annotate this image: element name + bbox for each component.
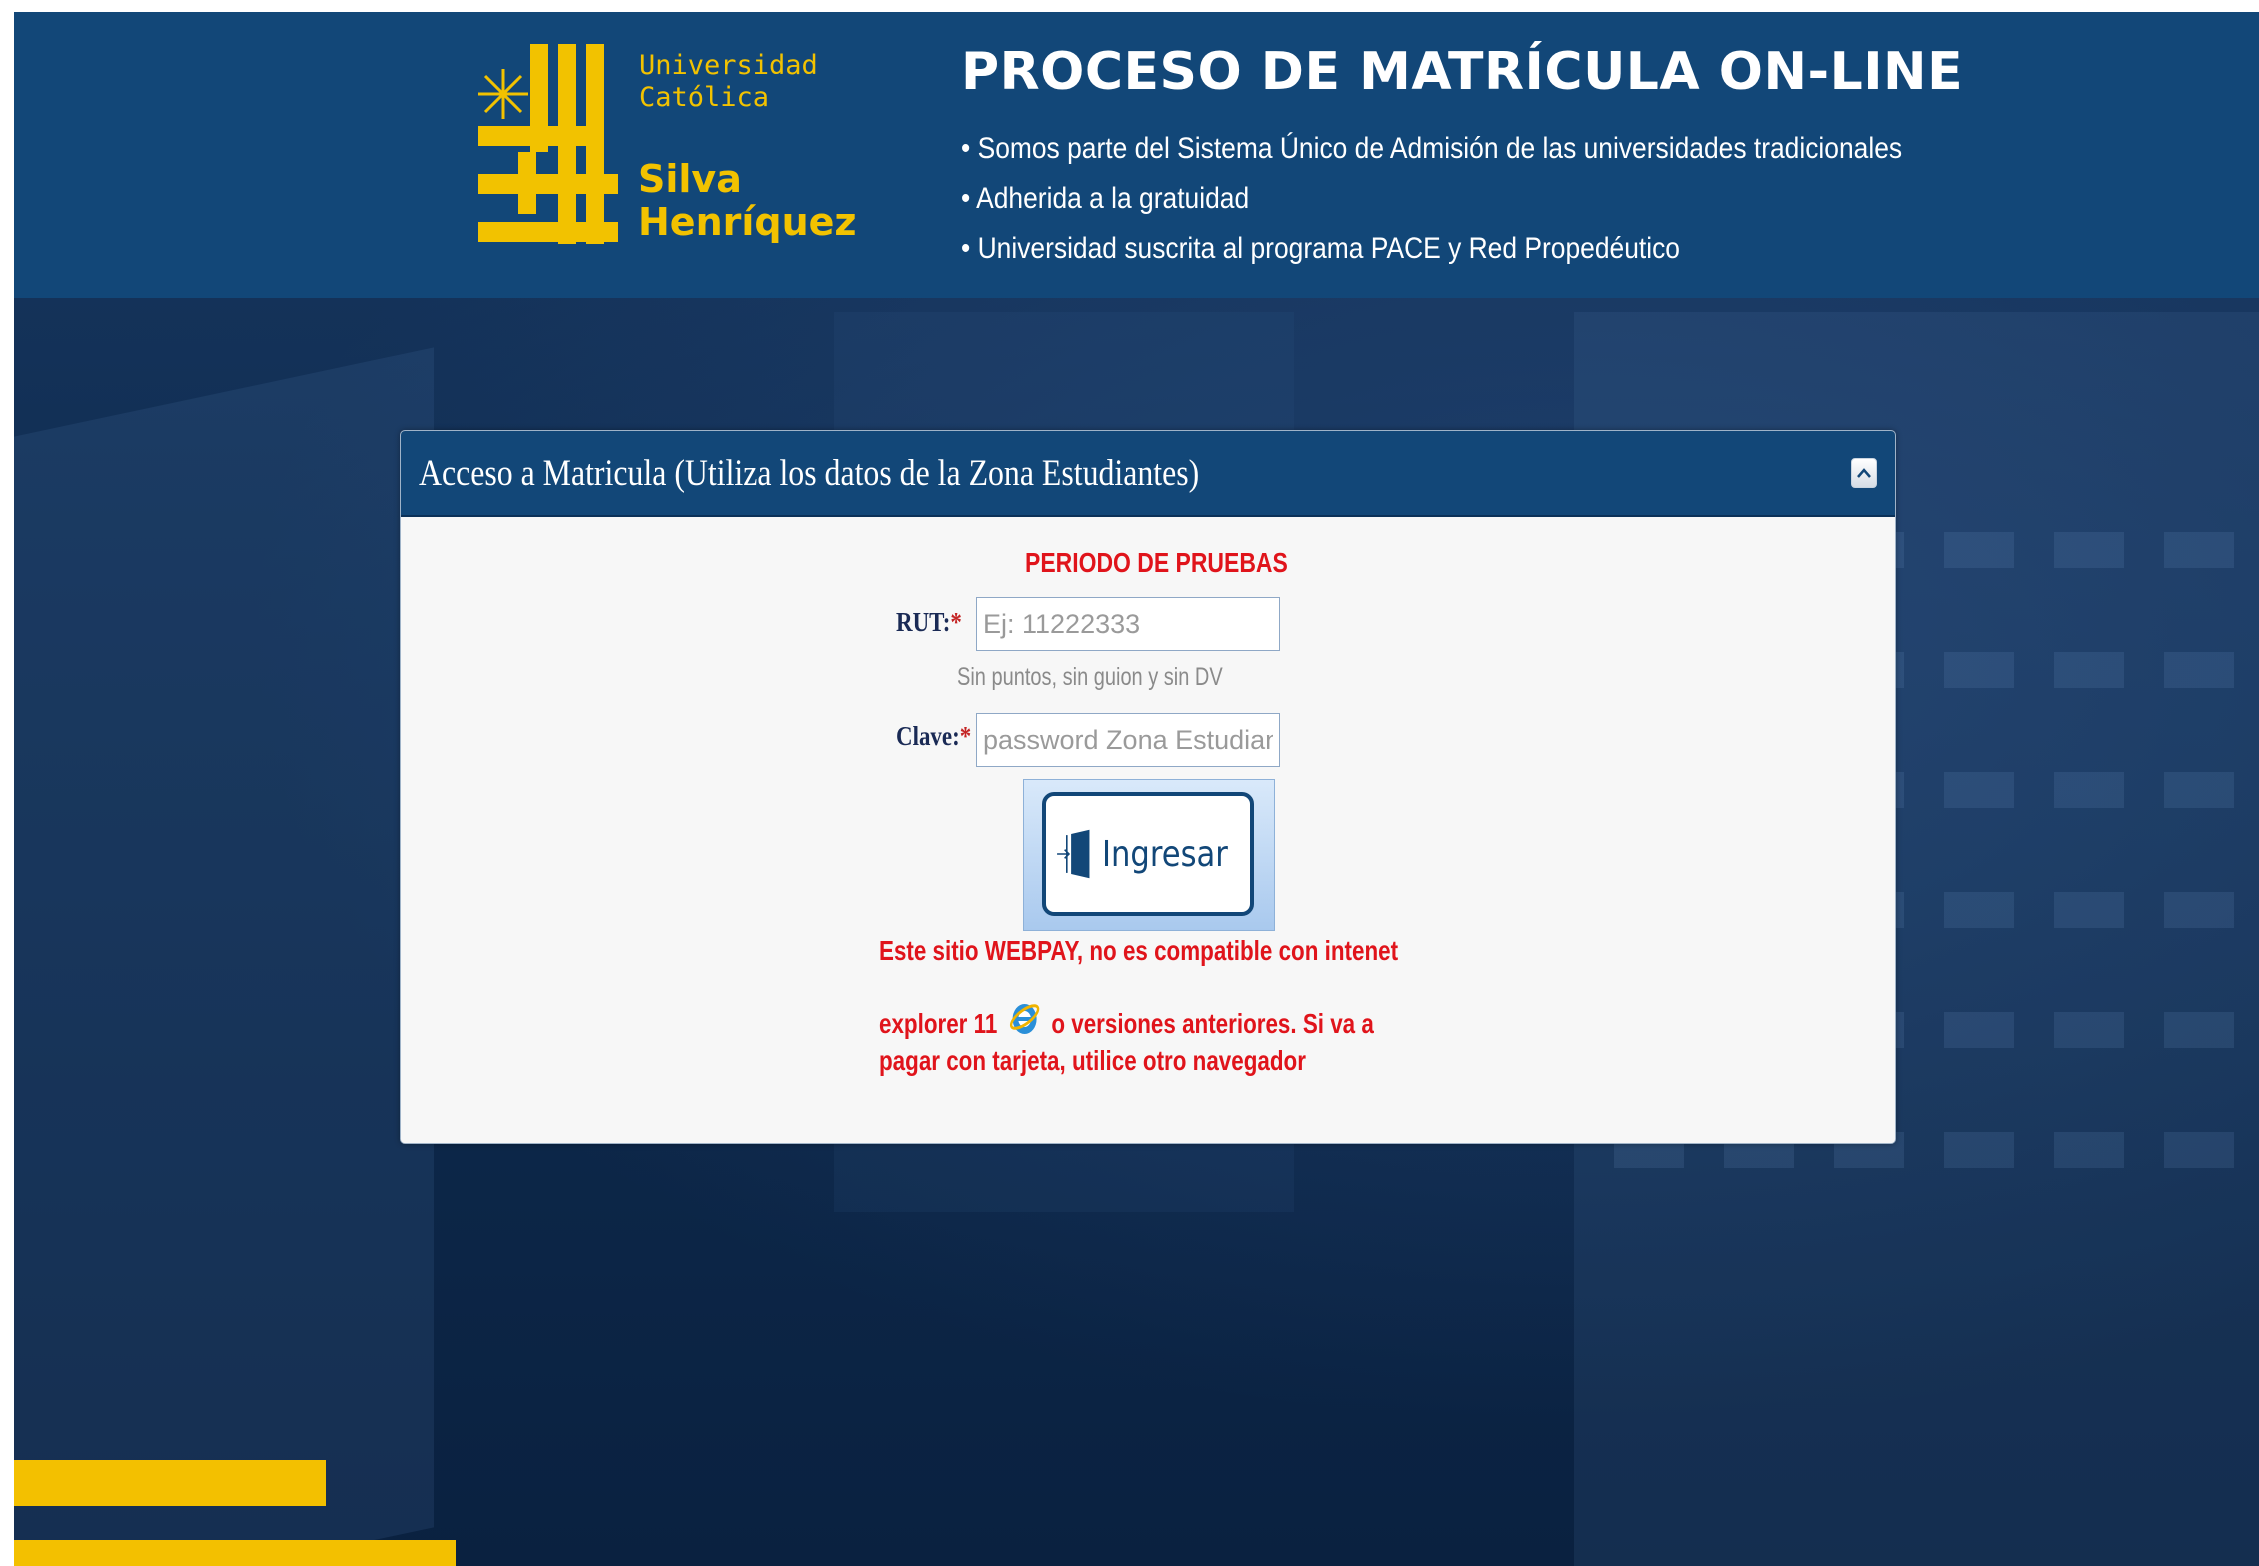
rut-label: RUT:* [896, 607, 962, 638]
login-door-icon [1057, 829, 1090, 879]
header-bullet: Adherida a la gratuidad [961, 174, 1902, 224]
required-mark: * [959, 721, 972, 751]
header-bullet: Somos parte del Sistema Único de Admisió… [961, 124, 1902, 174]
page-background: Universidad Católica Silva Henríquez PRO… [14, 12, 2259, 1566]
header-bullet: Universidad suscrita al programa PACE y … [961, 224, 1902, 274]
rut-input[interactable] [976, 597, 1280, 651]
test-period-notice: PERIODO DE PRUEBAS [1025, 547, 1288, 578]
ingresar-button-label: Ingresar [1101, 833, 1228, 875]
internet-explorer-icon [1009, 1004, 1039, 1034]
browser-warning-line: Este sitio WEBPAY, no es compatible con … [879, 935, 1399, 966]
clave-label: Clave:* [896, 721, 971, 752]
logo-line-universidad: Universidad [639, 50, 818, 81]
header-bullet-list: Somos parte del Sistema Único de Admisió… [961, 124, 2030, 274]
login-panel: Acceso a Matricula (Utiliza los datos de… [400, 430, 1896, 1144]
logo-text-small: Universidad Católica [639, 50, 818, 114]
ingresar-button[interactable]: Ingresar [1042, 792, 1254, 916]
warning-text: explorer 11 [879, 1008, 998, 1039]
warning-text: o versiones anteriores. Si va a [1051, 1008, 1374, 1039]
login-panel-title: Acceso a Matricula (Utiliza los datos de… [419, 452, 1200, 494]
browser-warning-line: pagar con tarjeta, utilice otro navegado… [879, 1045, 1306, 1076]
decorative-yellow-bar [14, 1540, 456, 1566]
logo-line-silva: Silva [638, 157, 742, 201]
background-building-left [14, 347, 434, 1566]
rut-label-text: RUT: [896, 607, 951, 637]
required-mark: * [950, 607, 962, 637]
login-panel-header: Acceso a Matricula (Utiliza los datos de… [401, 431, 1895, 517]
rut-hint: Sin puntos, sin guion y sin DV [957, 663, 1223, 691]
browser-warning-line: explorer 11 o versiones anteriores. Si v… [879, 995, 1374, 1040]
decorative-yellow-bar [14, 1460, 326, 1506]
collapse-icon[interactable] [1851, 458, 1877, 488]
logo-text-large: Silva Henríquez [638, 158, 857, 244]
clave-label-text: Clave: [896, 721, 960, 751]
logo-line-henriquez: Henríquez [638, 200, 857, 244]
login-form: PERIODO DE PRUEBAS RUT:* Sin puntos, sin… [401, 517, 1895, 1143]
logo-line-catolica: Católica [639, 82, 770, 113]
site-header: Universidad Católica Silva Henríquez PRO… [14, 12, 2259, 298]
page-title: PROCESO DE MATRÍCULA ON-LINE [961, 42, 1964, 102]
submit-button-frame: Ingresar [1023, 779, 1275, 931]
password-input[interactable] [976, 713, 1280, 767]
